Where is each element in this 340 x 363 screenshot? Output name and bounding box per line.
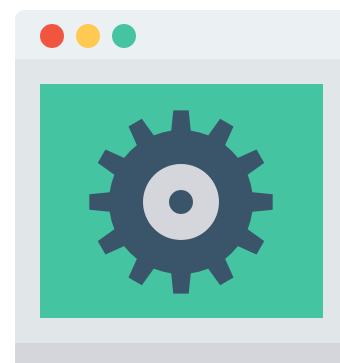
- window-content-panel: [40, 84, 323, 318]
- maximize-dot-icon[interactable]: [112, 24, 136, 48]
- gear-axle: [169, 190, 193, 214]
- window-footer: [15, 343, 340, 363]
- gear-icon: [40, 84, 323, 318]
- app-window: [15, 10, 340, 363]
- close-dot-icon[interactable]: [40, 24, 64, 48]
- minimize-dot-icon[interactable]: [76, 24, 100, 48]
- window-titlebar: [15, 10, 340, 59]
